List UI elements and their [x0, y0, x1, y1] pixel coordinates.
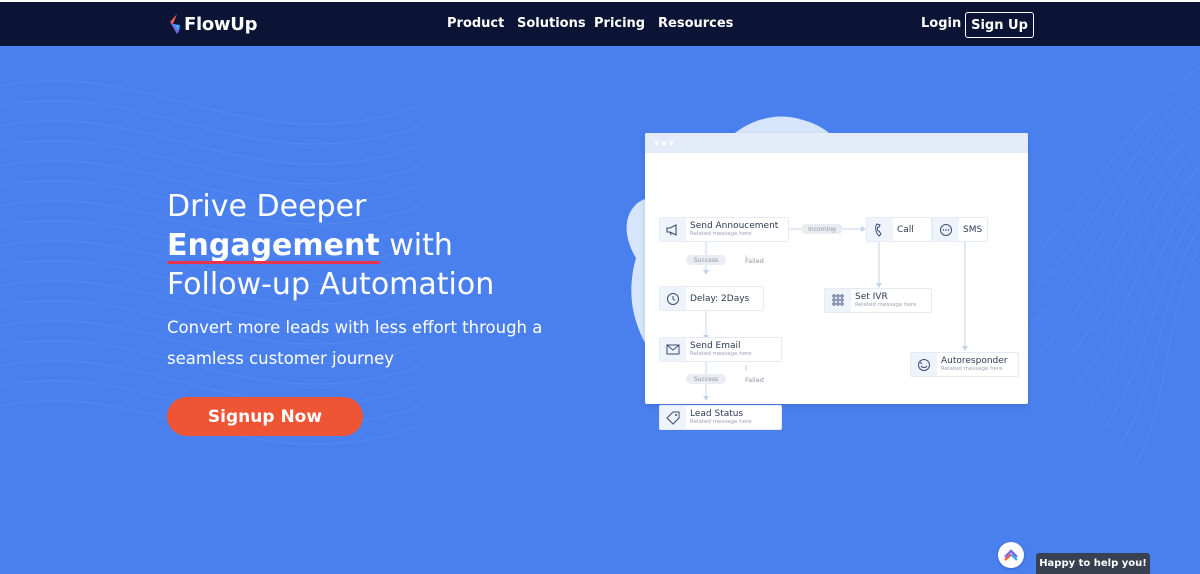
navbar: FlowUp Product Solutions Pricing Resourc…	[0, 2, 1200, 46]
hero-title-line3: Follow-up Automation	[167, 267, 495, 302]
hero-subtitle: Convert more leads with less effort thro…	[167, 318, 543, 368]
brand-name: FlowUp	[184, 13, 258, 35]
hero-title-line1: Drive Deeper	[167, 189, 367, 224]
chat-help-button[interactable]: Happy to help you!	[1036, 553, 1150, 574]
node-subtitle: Related message here	[690, 351, 752, 357]
envelope-icon	[660, 338, 686, 361]
node-call[interactable]: Call	[866, 217, 932, 242]
workflow-card: Send Annoucement Related message here In…	[645, 133, 1028, 404]
signup-button[interactable]: Sign Up	[965, 12, 1034, 38]
node-title: Call	[897, 224, 914, 235]
success-pill: Success	[686, 255, 726, 265]
clock-icon	[660, 287, 686, 310]
brand-logo[interactable]: FlowUp	[167, 12, 257, 36]
node-title: Set IVR	[855, 292, 888, 302]
node-title: SMS	[963, 224, 983, 235]
hero-title-line2: with	[379, 228, 453, 263]
hero-title-emphasis: Engagement	[167, 228, 380, 264]
node-autoresponder[interactable]: Autoresponder Related message here	[910, 352, 1019, 377]
chat-bubble-icon	[933, 218, 959, 241]
node-lead-status[interactable]: Lead Status Related message here	[659, 405, 782, 430]
nav-resources[interactable]: Resources	[658, 16, 733, 31]
incoming-pill: Incoming	[801, 224, 843, 234]
megaphone-icon	[660, 218, 686, 241]
nav-solutions[interactable]: Solutions	[517, 16, 586, 31]
node-set-ivr[interactable]: Set IVR Related message here	[824, 288, 932, 313]
node-title: Send Email	[690, 341, 741, 351]
node-title: Lead Status	[690, 409, 744, 419]
nav-product[interactable]: Product	[447, 16, 504, 31]
success-pill: Success	[686, 374, 726, 384]
phone-icon	[867, 218, 893, 241]
signup-now-button[interactable]: Signup Now	[167, 397, 363, 436]
node-subtitle: Related message here	[690, 231, 752, 237]
node-send-announcement[interactable]: Send Annoucement Related message here	[659, 217, 789, 242]
node-delay[interactable]: Delay: 2Days	[659, 286, 764, 311]
node-subtitle: Related message here	[941, 366, 1003, 372]
nav-pricing[interactable]: Pricing	[594, 16, 645, 31]
keypad-icon	[825, 289, 851, 312]
hero-title: Drive Deeper Engagement with Follow-up A…	[167, 187, 494, 304]
node-title: Autoresponder	[941, 356, 1008, 366]
node-subtitle: Related message here	[690, 419, 752, 425]
failed-label: Failed	[745, 257, 764, 265]
node-title: Send Annoucement	[690, 221, 779, 231]
failed-label: Failed	[745, 376, 764, 384]
tag-icon	[660, 406, 686, 429]
autoresponder-icon	[911, 353, 937, 376]
node-send-email[interactable]: Send Email Related message here	[659, 337, 782, 362]
node-title: Delay: 2Days	[690, 293, 750, 304]
chat-widget-icon[interactable]	[998, 542, 1024, 568]
login-link[interactable]: Login	[921, 16, 961, 31]
flowup-logo-icon	[167, 13, 181, 35]
node-sms[interactable]: SMS	[932, 217, 988, 242]
node-subtitle: Related message here	[855, 302, 917, 308]
